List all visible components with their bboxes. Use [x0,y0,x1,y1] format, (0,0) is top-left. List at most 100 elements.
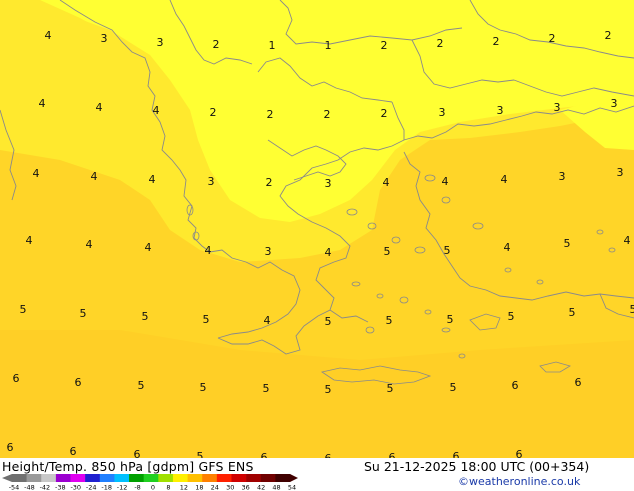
value-label: 5 [447,313,454,326]
value-label: 4 [26,234,33,247]
colorbar: -54-48-42-38-30-24-18-12-808121824303642… [0,473,300,491]
value-label: 4 [153,104,160,117]
value-label: 6 [13,372,20,385]
value-label: 2 [213,38,220,51]
colorbar-segment [261,474,276,482]
value-label: 3 [101,32,108,45]
colorbar-segment [41,474,56,482]
value-label: 6 [389,451,396,458]
value-label: 5 [384,245,391,258]
value-label: 3 [208,175,215,188]
value-label: 2 [267,108,274,121]
colorbar-segment [231,474,246,482]
value-label: 2 [381,39,388,52]
value-label: 5 [387,382,394,395]
value-label: 4 [86,238,93,251]
value-label: 4 [96,101,103,114]
valid-datetime: Su 21-12-2025 18:00 UTC (00+354) [364,459,589,474]
colorbar-segment [173,474,188,482]
colorbar-segment [188,474,203,482]
colorbar-segment [85,474,100,482]
value-label: 4 [91,170,98,183]
value-label: 6 [70,445,77,458]
value-label: 5 [197,450,204,458]
value-label: 2 [437,37,444,50]
colorbar-arrow [290,474,298,482]
value-label: 6 [512,379,519,392]
value-label: 5 [444,244,451,257]
value-label: 1 [269,39,276,52]
value-label: 5 [508,310,515,323]
value-label: 4 [149,173,156,186]
value-label: 4 [39,97,46,110]
map-canvas: 4 3 3 2 1 1 2 2 2 2 2 4 4 4 2 2 2 2 3 3 3 3 4 4 4 3 2 3 4 4 4 3 3 4 4 4 4 3 4 5… [0,0,634,458]
colorbar-segment [217,474,232,482]
colorbar-segment [27,474,42,482]
value-label: 3 [157,36,164,49]
value-label: 6 [134,448,141,458]
colorbar-segment [202,474,217,482]
value-label: 6 [516,448,523,458]
value-label: 3 [559,170,566,183]
value-label: 5 [325,315,332,328]
value-label: 6 [75,376,82,389]
value-label: 3 [617,166,624,179]
value-label: 4 [264,314,271,327]
footer: Height/Temp. 850 hPa [gdpm] GFS ENS Su 2… [0,458,634,490]
colorbar-segment [100,474,115,482]
colorbar-segment [114,474,129,482]
value-label: 4 [501,173,508,186]
value-label: 2 [210,106,217,119]
value-label: 5 [450,381,457,394]
colorbar-segment [246,474,261,482]
weather-map: 4 3 3 2 1 1 2 2 2 2 2 4 4 4 2 2 2 2 3 3 3 3 4 4 4 3 2 3 4 4 4 3 3 4 4 4 4 3 4 5… [0,0,634,458]
value-label: 5 [564,237,571,250]
value-label: 2 [549,32,556,45]
value-label: 4 [504,241,511,254]
value-label: 5 [325,383,332,396]
value-label: 3 [497,104,504,117]
value-label: 5 [630,303,634,316]
colorbar-segment [12,474,27,482]
value-label: 4 [442,175,449,188]
value-label: 2 [324,108,331,121]
value-label: 5 [263,382,270,395]
value-label: 4 [145,241,152,254]
copyright-link[interactable]: ©weatheronline.co.uk [458,475,580,488]
value-label: 6 [453,450,460,458]
value-label: 5 [200,381,207,394]
value-label: 5 [80,307,87,320]
value-label: 6 [261,451,268,458]
value-label: 3 [439,106,446,119]
value-label: 2 [605,29,612,42]
value-label: 2 [266,176,273,189]
colorbar-segment [129,474,144,482]
value-label: 1 [325,39,332,52]
value-label: 6 [7,441,14,454]
value-label: 5 [386,314,393,327]
value-label: 5 [142,310,149,323]
value-label: 2 [493,35,500,48]
colorbar-segment [71,474,86,482]
value-label: 4 [33,167,40,180]
map-title: Height/Temp. 850 hPa [gdpm] GFS ENS [2,459,254,474]
colorbar-segment [56,474,71,482]
value-label: 4 [205,244,212,257]
colorbar-segment [275,474,290,482]
value-label: 2 [381,107,388,120]
value-label: 3 [611,97,618,110]
value-label: 4 [383,176,390,189]
value-label: 5 [20,303,27,316]
value-label: 4 [325,246,332,259]
value-label: 6 [575,376,582,389]
colorbar-segment [158,474,173,482]
value-label: 5 [138,379,145,392]
value-label: 4 [624,234,631,247]
value-label: 5 [203,313,210,326]
value-label: 3 [265,245,272,258]
value-label: 3 [554,101,561,114]
value-label: 4 [45,29,52,42]
value-label: 5 [569,306,576,319]
value-label: 3 [325,177,332,190]
colorbar-segment [144,474,159,482]
